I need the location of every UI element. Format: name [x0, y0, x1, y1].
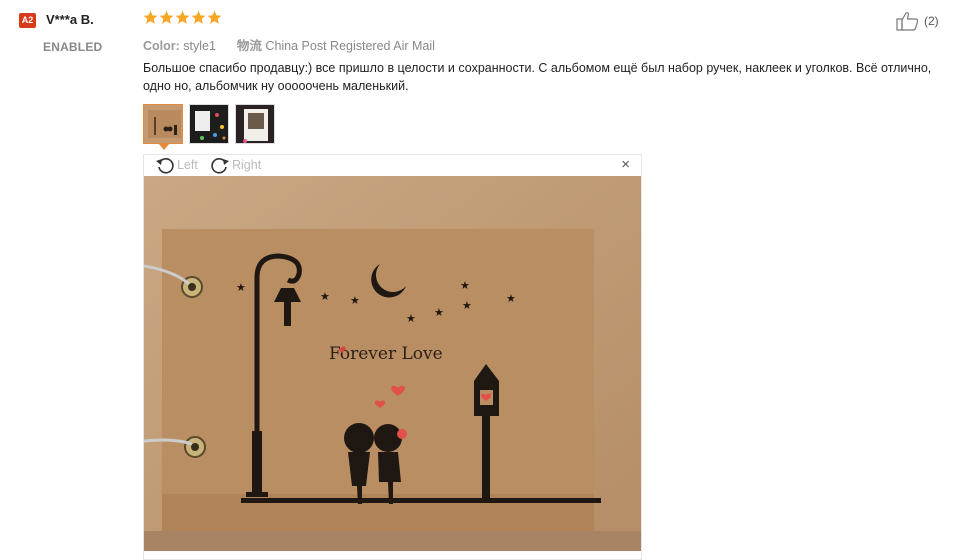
svg-text:★: ★: [462, 299, 472, 312]
order-meta: Color: style1 物流 China Post Registered A…: [143, 35, 435, 54]
review-photo: ★ ★ ★ ★ ★ ★ ★ ★ Forever Love: [144, 176, 641, 551]
album-cover-photo: ★ ★ ★ ★ ★ ★ ★ ★ Forever Love: [144, 176, 641, 551]
reviewer-name: V***a B.: [46, 12, 94, 27]
photo-thumbnail-2[interactable]: [189, 104, 229, 144]
star-icon: [191, 10, 206, 24]
color-label: Color:: [143, 39, 180, 53]
helpful-button[interactable]: (2): [896, 11, 939, 31]
shipping-value: China Post Registered Air Mail: [265, 39, 435, 53]
star-rating: [143, 10, 222, 25]
svg-text:★: ★: [320, 290, 330, 303]
svg-text:★: ★: [460, 279, 470, 292]
helpful-count: (2): [924, 14, 939, 28]
rotate-left-icon: [156, 158, 174, 174]
color-value: style1: [183, 39, 216, 53]
review-text: Большое спасибо продавцу:) все пришло в …: [143, 61, 932, 93]
rotate-right-button[interactable]: Right: [210, 156, 261, 174]
thumbs-up-icon: [896, 12, 919, 31]
star-icon: [175, 10, 190, 24]
album-page-thumbnail: [236, 105, 274, 143]
star-icon: [143, 10, 158, 24]
stickers-thumbnail: [190, 105, 228, 143]
svg-text:★: ★: [406, 312, 416, 325]
svg-text:★: ★: [506, 292, 516, 305]
shipping-label: 物流: [236, 39, 262, 53]
star-icon: [207, 10, 222, 24]
rotate-left-button[interactable]: Left: [155, 156, 198, 174]
svg-text:★: ★: [350, 294, 360, 307]
selected-thumbnail-indicator: [158, 143, 170, 150]
close-icon[interactable]: ×: [621, 157, 630, 173]
star-icon: [159, 10, 174, 24]
rotate-left-label: Left: [177, 158, 198, 172]
photo-thumbnail-1[interactable]: [143, 104, 183, 144]
viewer-toolbar: Left Right ×: [144, 155, 641, 176]
reviewer-status: ENABLED: [43, 40, 103, 54]
cover-title: Forever Love: [329, 344, 443, 364]
rotate-right-label: Right: [232, 158, 262, 172]
photo-thumbnail-3[interactable]: [235, 104, 275, 144]
rotate-right-icon: [211, 158, 229, 174]
photo-viewer: Left Right × ★ ★ ★ ★ ★ ★ ★ ★ Forever Lov…: [143, 154, 642, 560]
svg-text:★: ★: [434, 306, 444, 319]
svg-text:★: ★: [236, 281, 246, 294]
country-badge: A2: [19, 13, 36, 28]
photo-thumbnails: [143, 104, 275, 144]
album-cover-thumbnail: [144, 105, 182, 143]
